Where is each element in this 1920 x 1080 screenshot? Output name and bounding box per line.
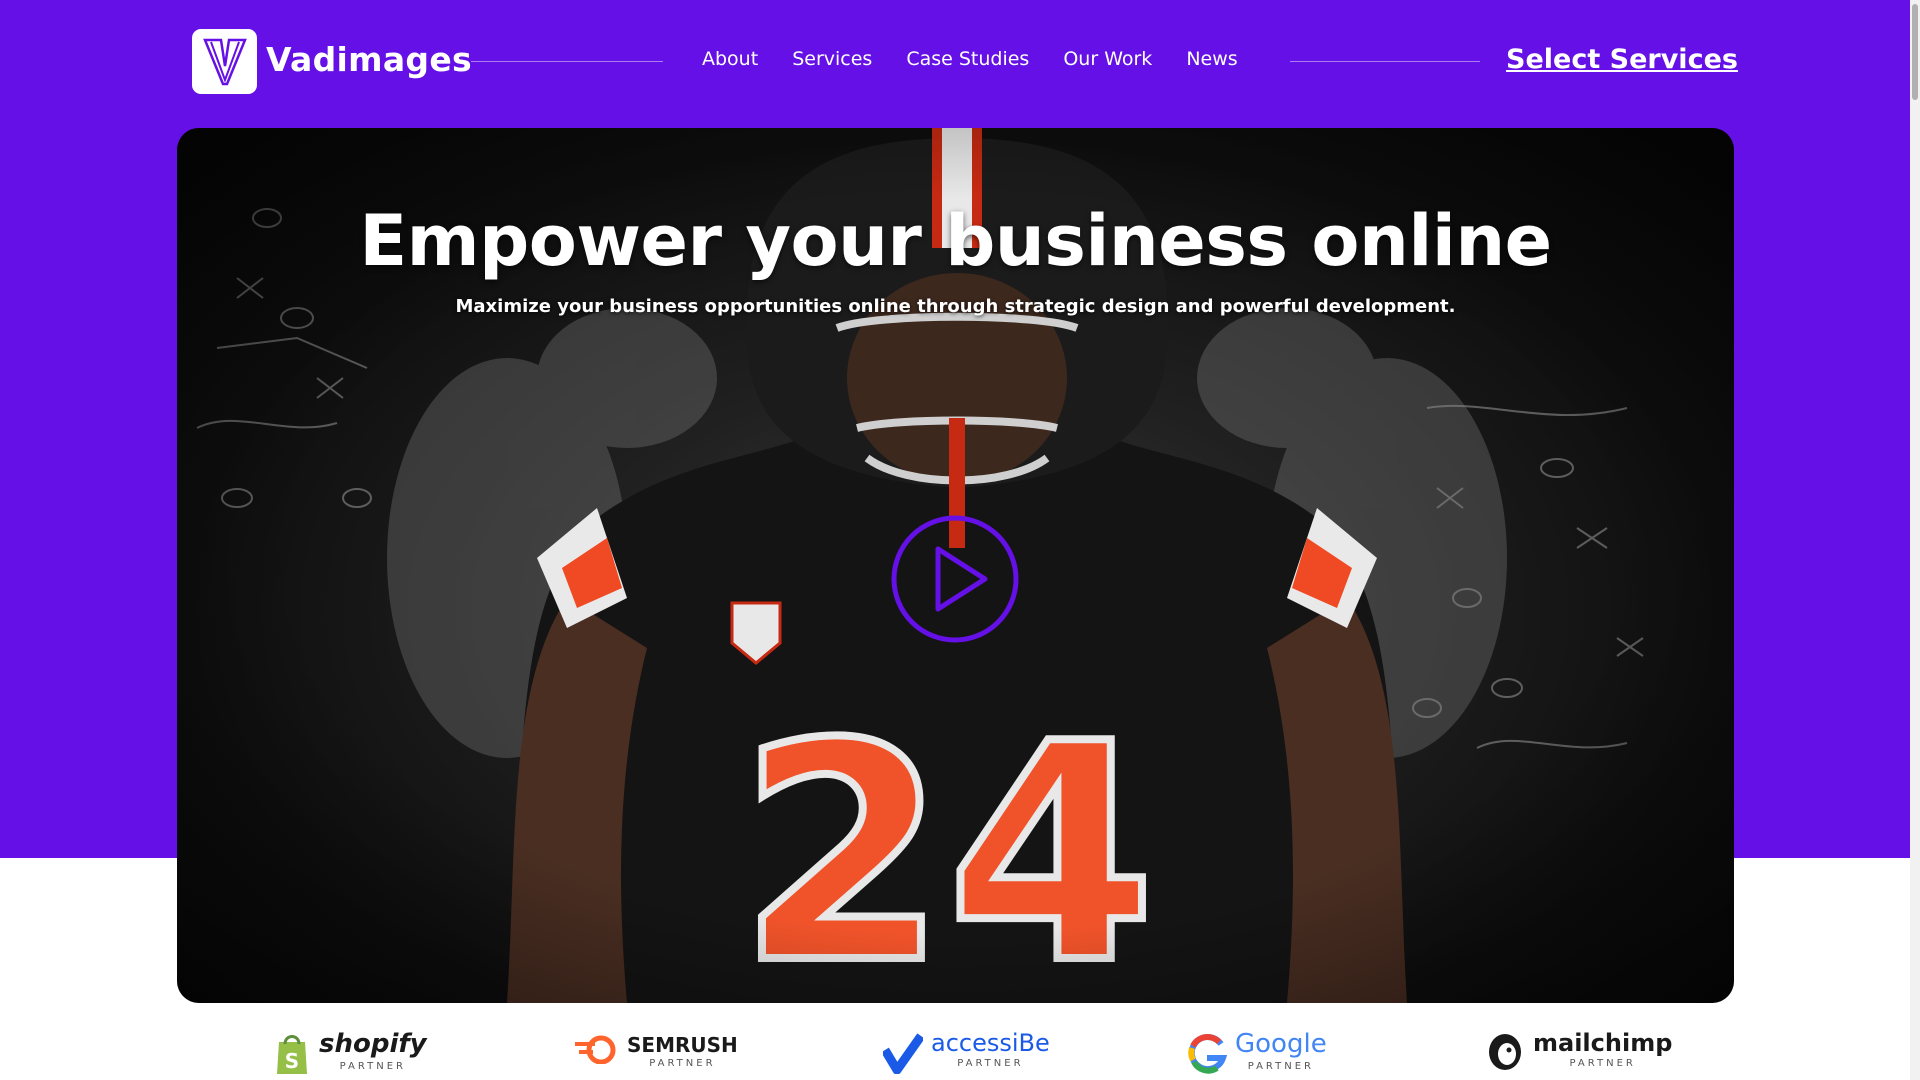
partner-tag: PARTNER xyxy=(339,1060,406,1072)
partner-name: SEMRUSH xyxy=(627,1033,738,1057)
site-header: Vadimages About Services Case Studies Ou… xyxy=(0,0,1910,124)
partner-google[interactable]: Google PARTNER xyxy=(1187,1030,1327,1080)
partner-name: Google xyxy=(1235,1029,1327,1059)
accessibe-icon xyxy=(883,1033,923,1074)
partner-shopify[interactable]: S shopify PARTNER xyxy=(273,1030,427,1080)
semrush-icon xyxy=(575,1035,616,1064)
hero-video: 24 Empower your business online Maximize… xyxy=(177,128,1734,1003)
partner-name: mailchimp xyxy=(1533,1029,1673,1057)
nav-our-work[interactable]: Our Work xyxy=(1063,48,1152,70)
partner-tag: PARTNER xyxy=(1247,1060,1314,1072)
nav-case-studies[interactable]: Case Studies xyxy=(906,48,1029,70)
header-divider-left xyxy=(471,61,663,62)
nav-services[interactable]: Services xyxy=(792,48,872,70)
partner-name: accessiBe xyxy=(931,1029,1050,1057)
play-circle-icon xyxy=(891,515,1019,643)
svg-text:S: S xyxy=(285,1049,299,1073)
partner-tag: PARTNER xyxy=(649,1058,716,1069)
partner-name: shopify xyxy=(319,1029,427,1059)
header-divider-right xyxy=(1290,61,1480,62)
partner-accessibe[interactable]: accessiBe PARTNER xyxy=(883,1030,1050,1080)
shopify-bag-icon: S xyxy=(277,1035,307,1074)
logo-link[interactable] xyxy=(192,29,257,94)
partner-mailchimp[interactable]: mailchimp PARTNER xyxy=(1485,1030,1672,1080)
mailchimp-icon xyxy=(1489,1034,1521,1070)
partner-tag: PARTNER xyxy=(957,1058,1024,1070)
partner-semrush[interactable]: SEMRUSH PARTNER xyxy=(573,1030,738,1080)
nav-news[interactable]: News xyxy=(1186,48,1237,70)
partner-tag: PARTNER xyxy=(1569,1058,1636,1070)
hero-subtitle: Maximize your business opportunities onl… xyxy=(455,296,1456,317)
scrollbar-thumb[interactable] xyxy=(1912,4,1918,100)
page-scrollbar[interactable] xyxy=(1910,0,1920,1080)
main-nav: About Services Case Studies Our Work New… xyxy=(702,48,1238,70)
nav-about[interactable]: About xyxy=(702,48,758,70)
hero-title: Empower your business online xyxy=(359,200,1552,282)
partner-logos: S shopify PARTNER SEMRUSH PARTNER access… xyxy=(177,1030,1734,1080)
brand-name[interactable]: Vadimages xyxy=(266,40,472,79)
select-services-button[interactable]: Select Services xyxy=(1506,44,1738,75)
play-button[interactable] xyxy=(890,514,1020,644)
logo-v-icon xyxy=(202,38,247,85)
google-g-icon xyxy=(1188,1034,1227,1074)
